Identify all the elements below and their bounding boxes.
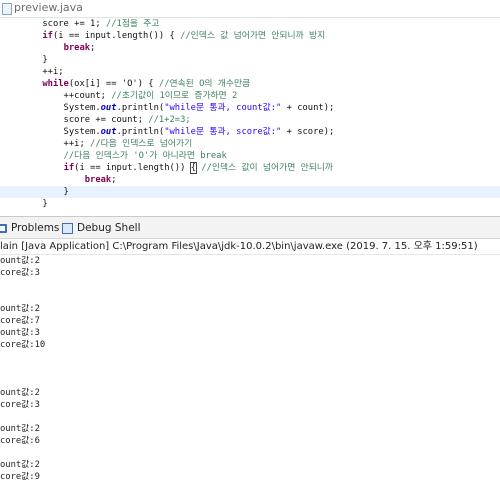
code-line[interactable]: if(i == input.length()) { //인덱스 값 넘어가면 안… — [0, 30, 500, 42]
code-token: } — [0, 187, 69, 197]
code-token: if — [63, 163, 75, 173]
console-line: core값:9 — [0, 472, 40, 482]
code-token: + count); — [281, 103, 335, 113]
console-line: ount값:2 — [0, 256, 40, 266]
console-line: core값:3 — [0, 400, 40, 410]
code-token: ++count; — [0, 91, 112, 101]
java-file-icon — [2, 3, 12, 15]
code-token: if — [42, 31, 53, 41]
tab-problems[interactable]: Problems — [0, 220, 59, 236]
code-line[interactable]: while(ox[i] == 'O') { //연속된 O의 개수만큼 — [0, 78, 500, 90]
console-line: ount값:2 — [0, 460, 40, 470]
code-line[interactable]: score += 1; //1점을 주고 — [0, 18, 500, 30]
code-token: System. — [0, 103, 101, 113]
code-token: "while문 통과, score값:" — [164, 127, 282, 137]
code-line[interactable]: break; — [0, 42, 500, 54]
code-token: + score); — [281, 127, 335, 137]
code-line[interactable]: //다음 인덱스가 'O'가 아니라면 break — [0, 150, 500, 162]
console-line: core값:3 — [0, 268, 40, 278]
code-line[interactable]: if(i == input.length()) { //인덱스 값이 넘어가면 … — [0, 162, 500, 174]
tab-debug-shell-label: Debug Shell — [77, 222, 141, 234]
code-token: (i == input.length()) — [74, 163, 191, 173]
console-panel: Problems Debug Shell lain [Java Applicat… — [0, 216, 500, 501]
code-line[interactable]: ++i; — [0, 66, 500, 78]
code-token: score += 1; — [0, 19, 106, 29]
code-line[interactable]: break; — [0, 174, 500, 186]
code-token: //초기값이 1이므로 증가하면 2 — [111, 91, 238, 101]
code-token: //인덱스 값이 넘어가면 안되니까 — [201, 163, 333, 173]
code-token: ++i; — [0, 139, 91, 149]
code-token: while — [42, 79, 69, 89]
code-token: .println( — [116, 103, 165, 113]
code-line[interactable]: score += count; //1+2=3; — [0, 114, 500, 126]
console-line: ount값:2 — [0, 388, 40, 398]
code-line[interactable]: } — [0, 54, 500, 66]
code-token: //1점을 주고 — [105, 19, 160, 29]
code-line[interactable]: ++i; //다음 인덱스로 넘어가기 — [0, 138, 500, 150]
tab-debug-shell[interactable]: Debug Shell — [62, 220, 140, 236]
debug-shell-icon — [62, 222, 73, 234]
code-token: "while문 통과, count값:" — [164, 103, 282, 113]
console-line: core값:7 — [0, 316, 40, 326]
code-token: //연속된 O의 개수만큼 — [158, 79, 251, 89]
code-token: break — [63, 43, 91, 53]
code-token: (i == input.length()) { — [52, 31, 181, 41]
problems-icon — [0, 223, 7, 233]
bottom-tab-bar: Problems Debug Shell — [0, 217, 500, 239]
editor-tab[interactable]: preview.java — [0, 0, 500, 18]
console-line: core값:10 — [0, 340, 46, 350]
console-line: core값:6 — [0, 436, 40, 446]
code-line[interactable]: System.out.println("while문 통과, score값:" … — [0, 126, 500, 138]
console-process-header: lain [Java Application] C:\Program Files… — [0, 239, 500, 255]
code-editor[interactable]: preview.java score += 1; //1점을 주고 if(i =… — [0, 0, 500, 208]
code-token: score += count; — [0, 115, 149, 125]
code-token: } — [0, 199, 48, 208]
code-token: ; — [90, 43, 96, 53]
code-token: out — [100, 127, 117, 137]
console-line: ount값:2 — [0, 304, 40, 314]
code-line[interactable]: } — [0, 186, 500, 198]
code-token: System. — [0, 127, 101, 137]
code-line[interactable]: ++count; //초기값이 1이므로 증가하면 2 — [0, 90, 500, 102]
console-line: ount값:3 — [0, 328, 40, 338]
code-token: //1+2=3; — [148, 115, 191, 125]
code-token: } — [0, 55, 48, 65]
code-token: break — [84, 175, 112, 185]
console-line: ount값:2 — [0, 424, 40, 434]
code-token: //다음 인덱스로 넘어가기 — [90, 139, 193, 149]
code-token: out — [100, 103, 117, 113]
code-token: .println( — [116, 127, 165, 137]
code-token: (ox[i] == 'O') { — [68, 79, 159, 89]
code-token: //다음 인덱스가 'O'가 아니라면 break — [63, 151, 227, 161]
code-line[interactable]: System.out.println("while문 통과, count값:" … — [0, 102, 500, 114]
tab-problems-label: Problems — [11, 222, 60, 234]
editor-tab-label: preview.java — [14, 1, 83, 14]
code-line[interactable]: } — [0, 198, 500, 208]
code-token: ; — [111, 175, 117, 185]
code-token: ++i; — [0, 67, 64, 77]
code-token: //인덱스 값 넘어가면 안되니까 방지 — [180, 31, 326, 41]
